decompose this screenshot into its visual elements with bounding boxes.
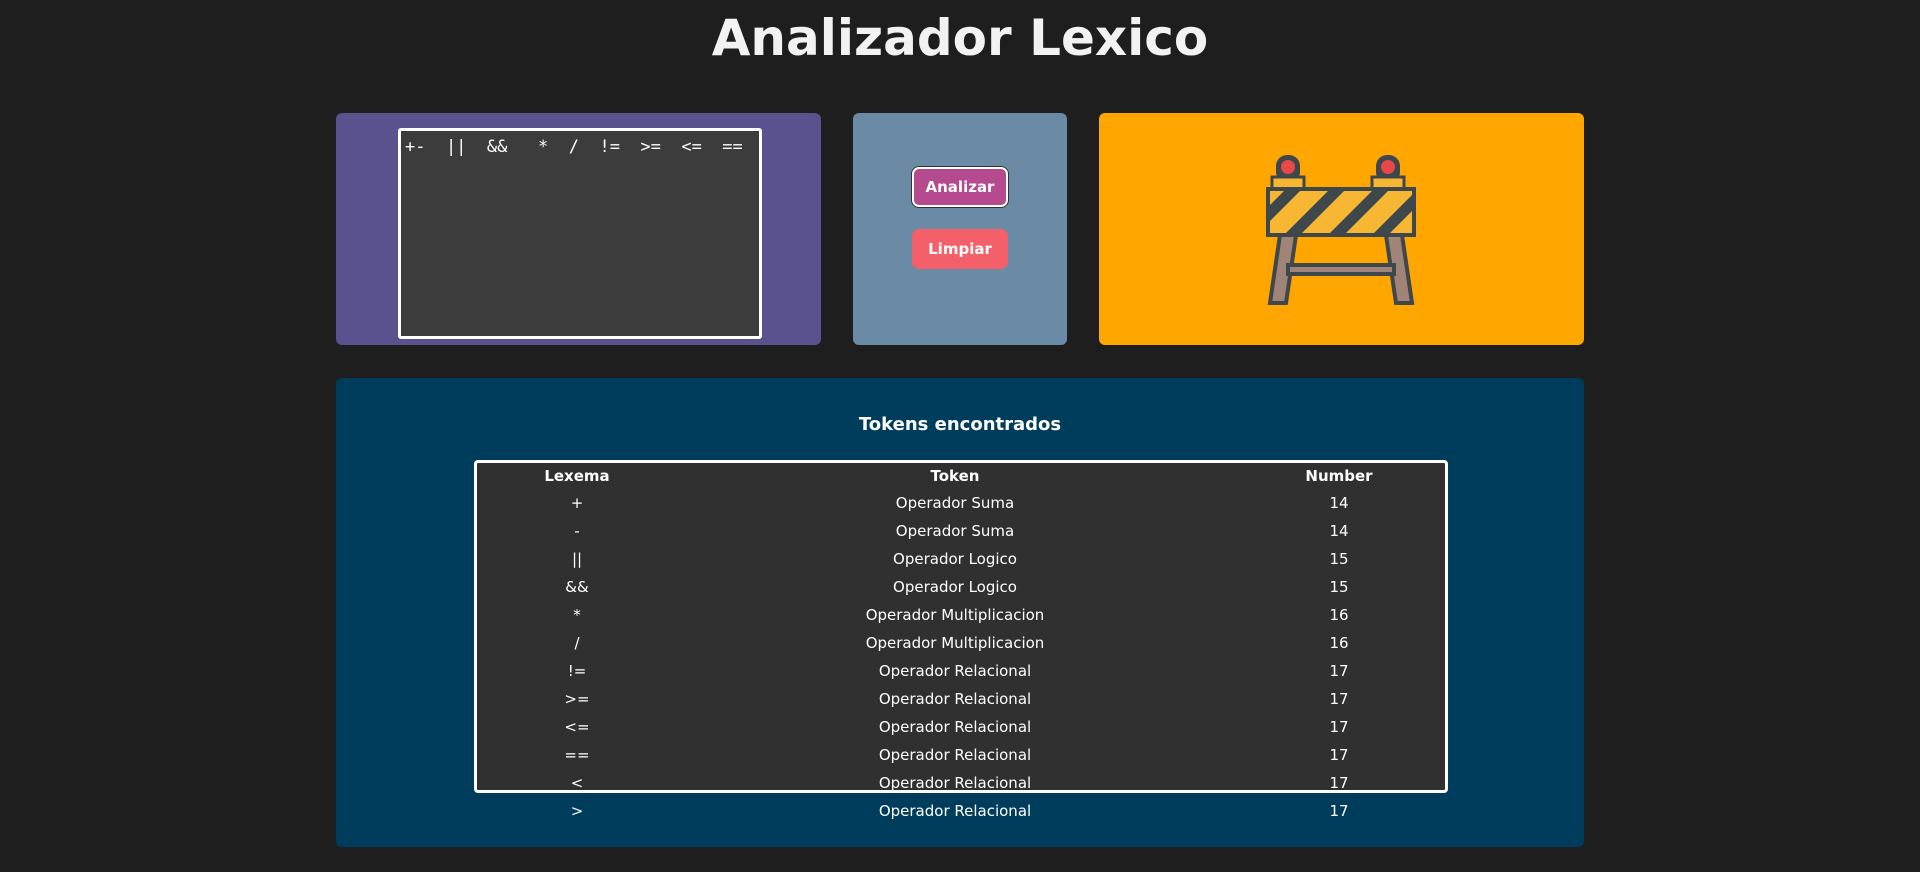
column-header-number: Number: [1305, 467, 1373, 485]
cell-lexema: <: [570, 774, 584, 792]
table-header-row: Lexema Token Number: [477, 463, 1445, 489]
cell-token: Operador Relacional: [878, 662, 1032, 680]
cell-number: 17: [1329, 746, 1349, 764]
cell-lexema: ||: [571, 550, 583, 568]
cell-lexema: -: [574, 522, 580, 540]
cell-token: Operador Suma: [895, 494, 1015, 512]
cell-token: Operador Logico: [893, 578, 1017, 596]
cell-lexema: *: [573, 606, 581, 624]
results-title: Tokens encontrados: [858, 414, 1062, 435]
image-panel: [1099, 113, 1584, 345]
cell-number: 17: [1329, 718, 1349, 736]
cell-lexema: >: [570, 802, 584, 820]
clear-button[interactable]: Limpiar: [912, 229, 1008, 269]
cell-token: Operador Relacional: [878, 690, 1032, 708]
table-row: / Operador Multiplicacion 16: [477, 629, 1445, 657]
cell-token: Operador Logico: [893, 550, 1017, 568]
cell-number: 15: [1329, 578, 1349, 596]
cell-lexema: !=: [567, 662, 587, 680]
table-row: + Operador Suma 14: [477, 489, 1445, 517]
cell-token: Operador Multiplicacion: [865, 634, 1045, 652]
editor-panel: +- || && * / != >= <= == < >: [336, 113, 821, 345]
code-input[interactable]: +- || && * / != >= <= == < >: [398, 128, 762, 339]
cell-lexema: ==: [564, 746, 590, 764]
table-row: >= Operador Relacional 17: [477, 685, 1445, 713]
cell-number: 14: [1329, 494, 1349, 512]
actions-panel: Analizar Limpiar: [853, 113, 1067, 345]
table-row: <= Operador Relacional 17: [477, 713, 1445, 741]
cell-lexema: <=: [564, 718, 590, 736]
table-row: < Operador Relacional 17: [477, 769, 1445, 797]
tokens-table: Lexema Token Number + Operador Suma 14 - Ope…: [477, 463, 1445, 825]
cell-token: Operador Relacional: [878, 718, 1032, 736]
analyze-button[interactable]: Analizar: [912, 167, 1008, 207]
cell-token: Operador Relacional: [878, 774, 1032, 792]
cell-number: 16: [1329, 634, 1349, 652]
cell-number: 15: [1329, 550, 1349, 568]
table-row: && Operador Logico 15: [477, 573, 1445, 601]
table-row: == Operador Relacional 17: [477, 741, 1445, 769]
cell-lexema: >=: [564, 690, 590, 708]
table-row: * Operador Multiplicacion 16: [477, 601, 1445, 629]
cell-number: 16: [1329, 606, 1349, 624]
cell-lexema: /: [574, 634, 580, 652]
tokens-table-body: + Operador Suma 14 - Operador Suma 14 || Operad…: [477, 489, 1445, 825]
table-row: || Operador Logico 15: [477, 545, 1445, 573]
tokens-table-container: Lexema Token Number + Operador Suma 14 - Ope…: [474, 460, 1448, 820]
table-row: > Operador Relacional 17: [477, 797, 1445, 825]
table-row: != Operador Relacional 17: [477, 657, 1445, 685]
cell-token: Operador Multiplicacion: [865, 606, 1045, 624]
page-title: Analizador Lexico: [711, 9, 1209, 67]
cell-lexema: &&: [565, 578, 589, 596]
cell-token: Operador Relacional: [878, 802, 1032, 820]
column-header-lexema: Lexema: [544, 467, 610, 485]
cell-number: 17: [1329, 662, 1349, 680]
cell-number: 17: [1329, 690, 1349, 708]
cell-number: 17: [1329, 802, 1349, 820]
cell-number: 14: [1329, 522, 1349, 540]
results-panel: Tokens encontrados Lexema Token Number +…: [336, 378, 1584, 847]
column-header-token: Token: [930, 467, 980, 485]
cell-token: Operador Relacional: [878, 746, 1032, 764]
cell-lexema: +: [570, 494, 584, 512]
table-row: - Operador Suma 14: [477, 517, 1445, 545]
cell-token: Operador Suma: [895, 522, 1015, 540]
cell-number: 17: [1329, 774, 1349, 792]
road-barrier-icon: [1266, 155, 1416, 305]
